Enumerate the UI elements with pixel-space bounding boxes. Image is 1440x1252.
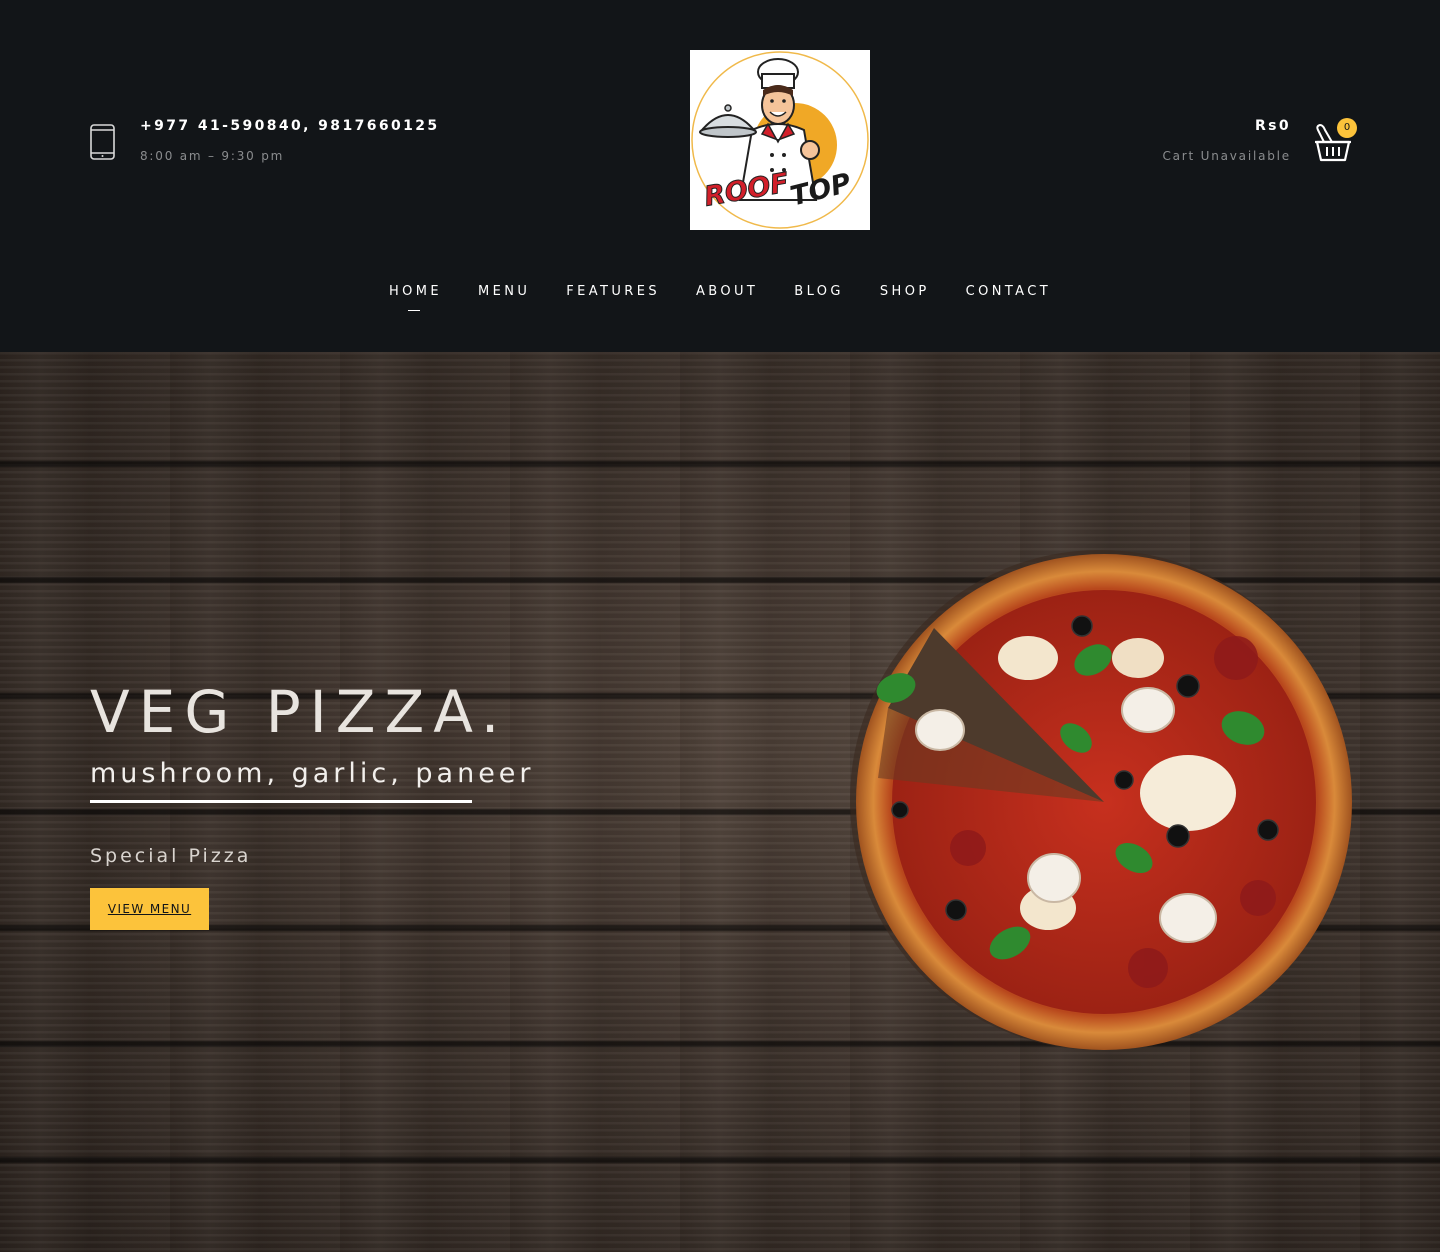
phone-number[interactable]: +977 41-590840, 9817660125 <box>140 118 440 134</box>
hero-underline <box>90 800 472 803</box>
main-navigation: HOME MENU FEATURES ABOUT BLOG SHOP CONTA… <box>0 284 1440 311</box>
hero-title: VEG PIZZA. <box>90 678 509 746</box>
chef-logo: ROOF TOP <box>691 51 869 229</box>
nav-item-menu[interactable]: MENU <box>478 284 530 299</box>
view-menu-button[interactable]: VIEW MENU <box>90 888 209 930</box>
phone-icon <box>90 124 115 160</box>
hero-subtitle: mushroom, garlic, paneer <box>90 758 535 789</box>
cart-amount: Rs0 <box>1254 118 1291 134</box>
pizza-image <box>850 550 1352 1050</box>
cart-count-badge: 0 <box>1337 118 1357 138</box>
site-logo[interactable]: ROOF TOP <box>690 50 870 230</box>
opening-hours: 8:00 am – 9:30 pm <box>140 149 285 163</box>
nav-item-shop[interactable]: SHOP <box>880 284 930 299</box>
site-header: +977 41-590840, 9817660125 8:00 am – 9:3… <box>0 0 1440 352</box>
cart-widget[interactable]: Rs0 Cart Unavailable 0 <box>1092 118 1357 168</box>
nav-item-blog[interactable]: BLOG <box>794 284 844 299</box>
nav-item-home[interactable]: HOME <box>389 284 442 311</box>
nav-item-contact[interactable]: CONTACT <box>966 284 1051 299</box>
hero-banner: VEG PIZZA. mushroom, garlic, paneer Spec… <box>0 352 1440 1252</box>
nav-item-features[interactable]: FEATURES <box>566 284 660 299</box>
cart-status: Cart Unavailable <box>1162 149 1291 163</box>
nav-item-about[interactable]: ABOUT <box>696 284 758 299</box>
hero-tagline: Special Pizza <box>90 845 252 867</box>
